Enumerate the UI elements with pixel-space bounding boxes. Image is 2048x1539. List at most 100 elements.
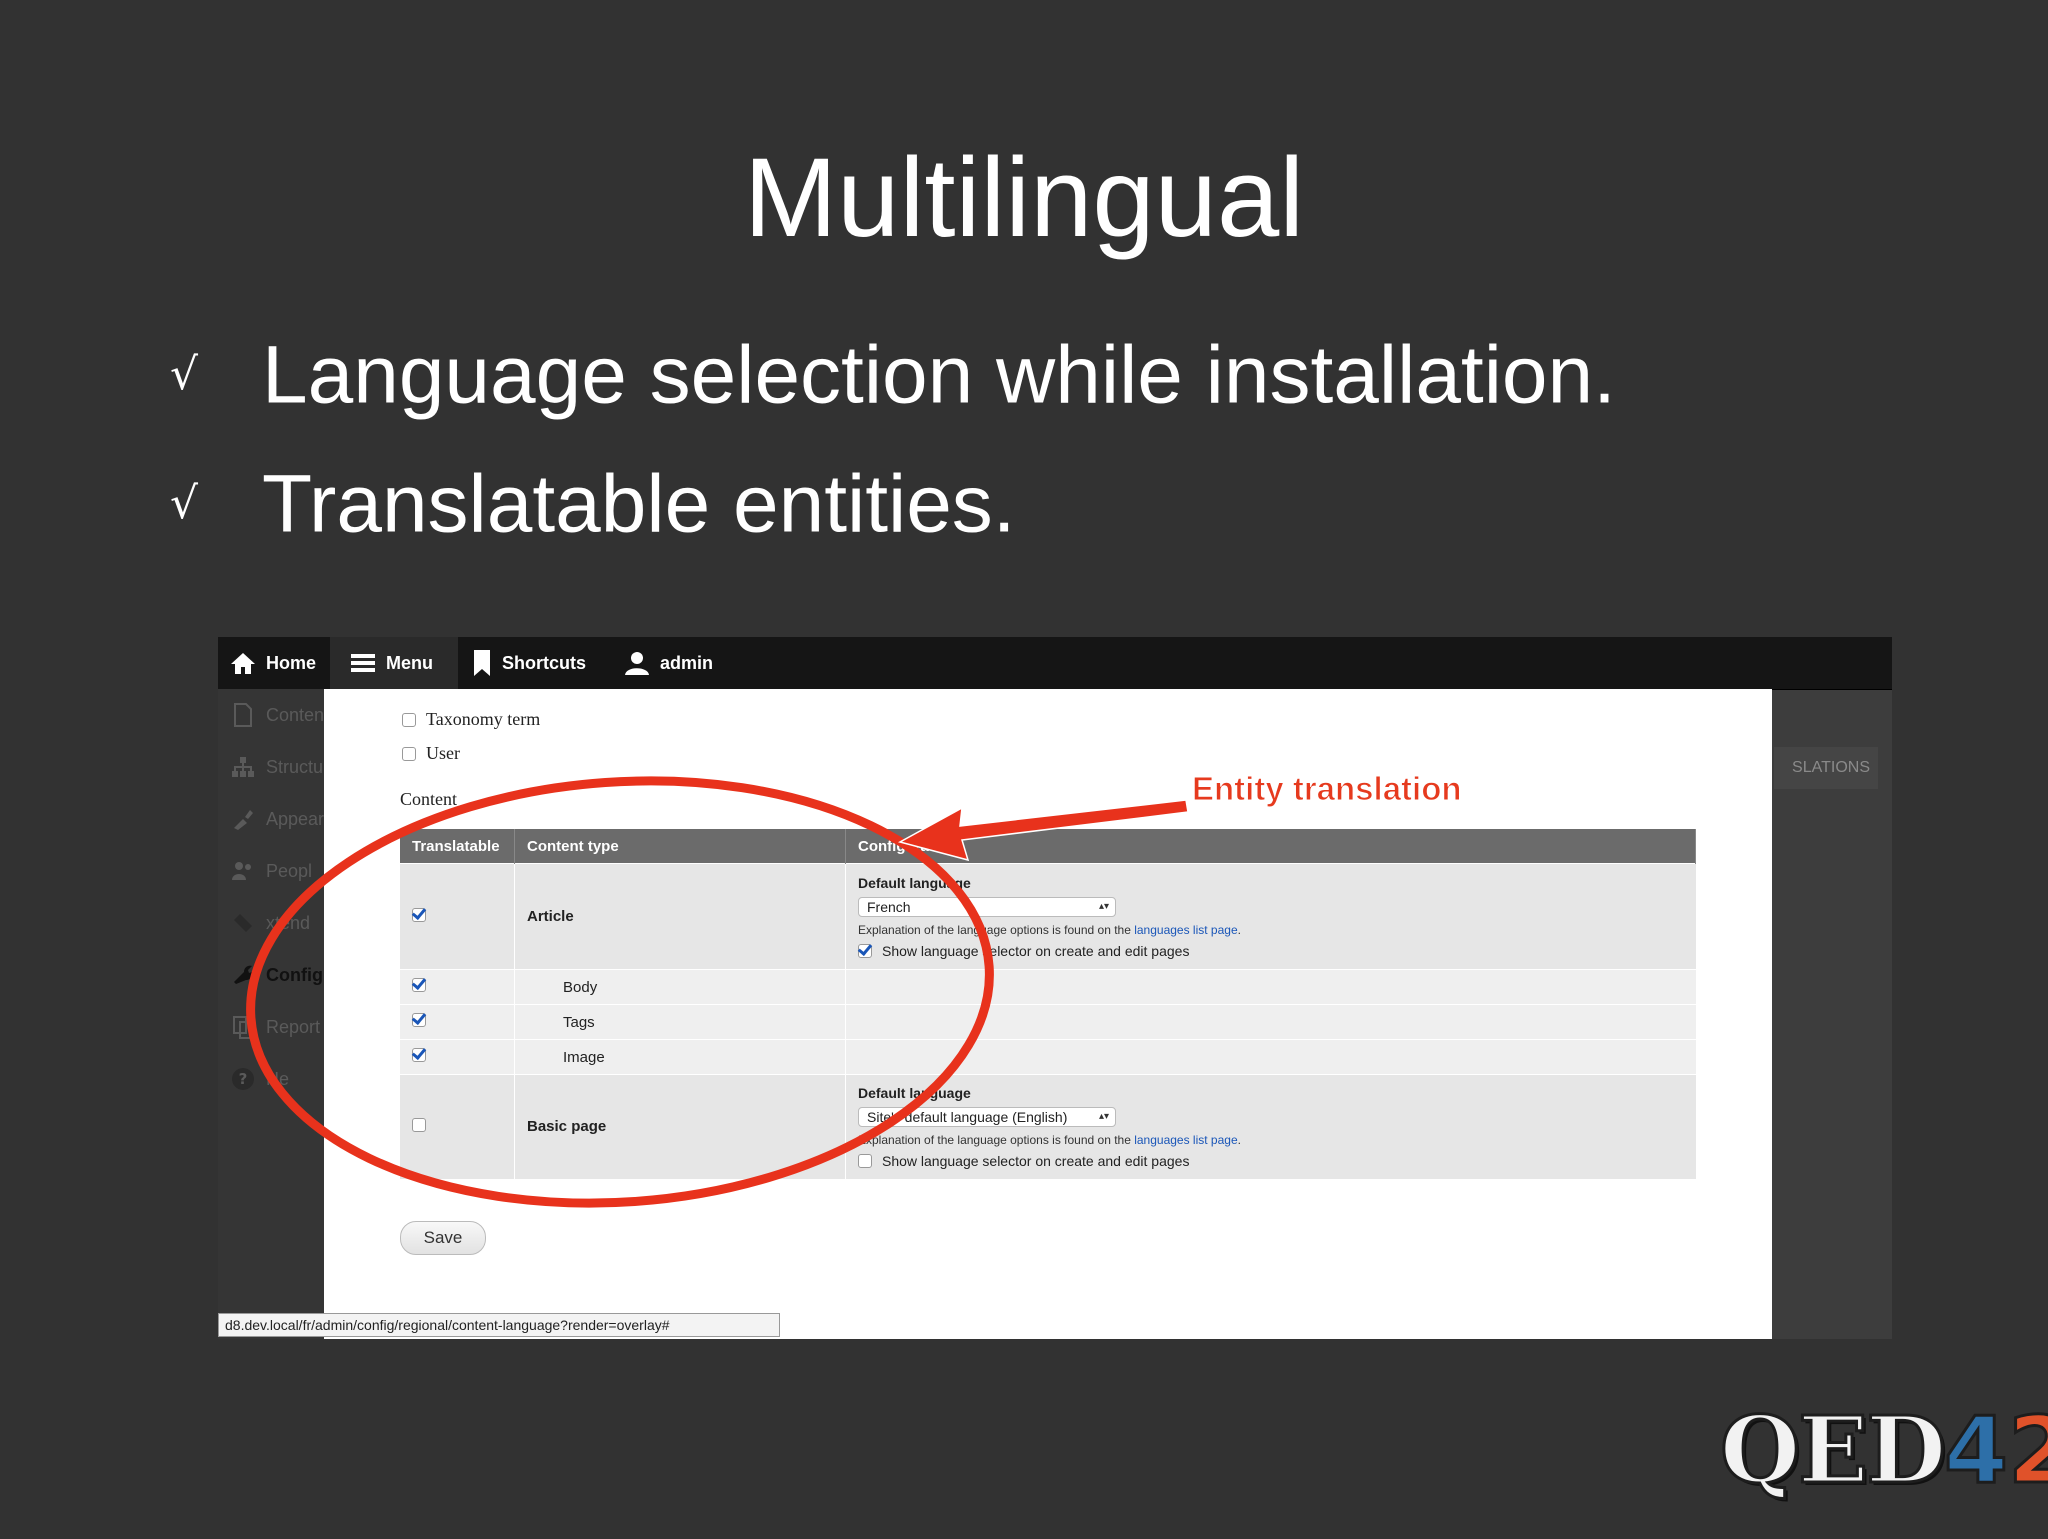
sidebar-item-label: He	[266, 1068, 290, 1089]
field-name: Body	[514, 969, 846, 1005]
bullet-item: √ Translatable entities.	[170, 449, 1016, 554]
sidebar-item-content[interactable]: Conten	[230, 689, 324, 741]
table-row: Image	[400, 1039, 1696, 1075]
column-header: Configuration	[845, 829, 1696, 864]
default-language-select[interactable]: Site's default language (English) ▴▾	[858, 1106, 1116, 1127]
annotation-label: Entity translation	[1192, 770, 1463, 808]
appearance-icon	[230, 806, 256, 832]
field-name: Image	[514, 1039, 846, 1075]
sidebar-item-reports[interactable]: Report	[230, 1001, 320, 1053]
menu-icon	[351, 654, 375, 672]
entity-label: User	[426, 743, 460, 763]
toolbar-menu-link[interactable]: Menu	[350, 637, 433, 689]
toolbar-shortcuts-link[interactable]: Shortcuts	[472, 637, 586, 689]
show-language-selector-option[interactable]: Show language selector on create and edi…	[858, 943, 1684, 959]
logo-text: QED	[1718, 1395, 1947, 1506]
sidebar-item-label: Peopl	[266, 860, 313, 881]
structure-icon	[230, 754, 256, 780]
slide-title: Multilingual	[743, 135, 1305, 260]
content-icon	[230, 702, 256, 728]
sidebar-item-label: Appear	[266, 808, 325, 829]
explanation-prefix: Explanation of the language options is f…	[858, 922, 1135, 937]
default-language-select[interactable]: French ▴▾	[858, 896, 1116, 917]
sidebar-item-label: Conten	[266, 704, 325, 725]
explanation-text: Explanation of the language options is f…	[858, 923, 1684, 937]
content-section-label: Content	[400, 789, 457, 809]
save-button-label: Save	[423, 1228, 463, 1247]
explanation-prefix: Explanation of the language options is f…	[858, 1132, 1135, 1147]
sidebar-item-appearance[interactable]: Appear	[230, 793, 324, 845]
wrench-icon	[230, 962, 256, 988]
entity-option-user[interactable]: User	[402, 743, 460, 764]
sidebar-item-people[interactable]: Peopl	[230, 845, 312, 897]
qed42-logo: QED 4 2	[1718, 1395, 2048, 1506]
extend-icon	[230, 910, 256, 936]
explanation-suffix: .	[1237, 922, 1241, 937]
toolbar-shortcuts-label: Shortcuts	[502, 652, 587, 673]
entity-checkbox[interactable]	[402, 712, 416, 727]
sidebar-item-help[interactable]: ? He	[230, 1053, 289, 1105]
explanation-suffix: .	[1237, 1132, 1241, 1147]
entity-label: Taxonomy term	[426, 709, 541, 729]
translatable-checkbox[interactable]	[412, 978, 426, 992]
default-language-label: Default language	[858, 874, 971, 891]
column-header: Content type	[514, 829, 846, 864]
translatable-checkbox[interactable]	[412, 907, 426, 922]
entity-checkbox[interactable]	[402, 746, 416, 761]
sidebar-item-label: Config	[266, 964, 323, 985]
tab-translations[interactable]: SLATIONS	[1774, 747, 1878, 789]
select-arrows-icon: ▴▾	[1098, 1111, 1109, 1123]
sidebar-item-extend[interactable]: xtend	[230, 897, 310, 949]
sidebar-item-label: Structu	[266, 756, 324, 777]
svg-text:?: ?	[239, 1070, 248, 1088]
entity-option-taxonomy-term[interactable]: Taxonomy term	[402, 709, 540, 730]
sidebar-item-label: Report	[266, 1016, 321, 1037]
bullet-item: √ Language selection while installation.	[170, 320, 1616, 425]
user-icon	[625, 652, 649, 675]
show-selector-checkbox[interactable]	[858, 1153, 872, 1168]
translatable-checkbox[interactable]	[412, 1013, 426, 1027]
reports-icon	[230, 1014, 256, 1040]
select-value: French	[867, 898, 911, 915]
translatable-checkbox[interactable]	[412, 1048, 426, 1062]
bookmark-icon	[474, 650, 490, 676]
overlay-panel: Taxonomy term User Content Translatable …	[324, 689, 1772, 1339]
content-type-table: Translatable Content type Configuration …	[400, 829, 1696, 1179]
toolbar-menu-label: Menu	[386, 652, 433, 673]
show-language-selector-option[interactable]: Show language selector on create and edi…	[858, 1153, 1684, 1169]
bullet-text: Translatable entities.	[262, 458, 1016, 550]
sidebar-item-label: xtend	[266, 912, 311, 933]
select-arrows-icon: ▴▾	[1098, 901, 1109, 912]
toolbar-home-link[interactable]: Home	[230, 637, 316, 689]
toolbar-home-label: Home	[266, 652, 317, 673]
column-header: Translatable	[400, 829, 515, 864]
show-selector-checkbox[interactable]	[858, 943, 872, 958]
toolbar-user-label: admin	[660, 652, 714, 673]
languages-list-link[interactable]: languages list page	[1134, 923, 1237, 937]
people-icon	[230, 858, 256, 884]
help-icon: ?	[230, 1066, 256, 1092]
sidebar-item-configuration[interactable]: Config	[230, 949, 323, 1001]
translatable-checkbox[interactable]	[412, 1117, 426, 1132]
table-header-row: Translatable Content type Configuration	[400, 829, 1696, 864]
table-row: Body	[400, 969, 1696, 1005]
table-row: Article Default language French ▴▾ Explan…	[400, 863, 1696, 970]
logo-digit-four: 4	[1943, 1396, 2010, 1506]
tab-translations-label: SLATIONS	[1792, 759, 1870, 776]
save-button[interactable]: Save	[400, 1221, 486, 1255]
content-type-name: Article	[514, 863, 846, 970]
status-bar-url: d8.dev.local/fr/admin/config/regional/co…	[218, 1313, 780, 1337]
embedded-screenshot: Home Menu Shortcuts admin Conten Structu…	[218, 637, 1892, 1339]
logo-digit-two: 2	[2007, 1396, 2048, 1506]
configuration-cell: Default language French ▴▾ Explanation of…	[845, 863, 1696, 970]
admin-toolbar: Home Menu Shortcuts admin	[218, 637, 1892, 690]
select-value: Site's default language (English)	[867, 1108, 1068, 1125]
field-name: Tags	[514, 1004, 846, 1040]
languages-list-link[interactable]: languages list page	[1134, 1133, 1237, 1147]
bullet-text: Language selection while installation.	[262, 329, 1616, 421]
sidebar-item-structure[interactable]: Structu	[230, 741, 323, 793]
table-row: Tags	[400, 1004, 1696, 1040]
admin-sidebar: Conten Structu Appear Peopl xtend Config…	[218, 689, 324, 1339]
configuration-cell: Default language Site's default language…	[845, 1074, 1696, 1179]
toolbar-user-link[interactable]: admin	[624, 637, 713, 689]
